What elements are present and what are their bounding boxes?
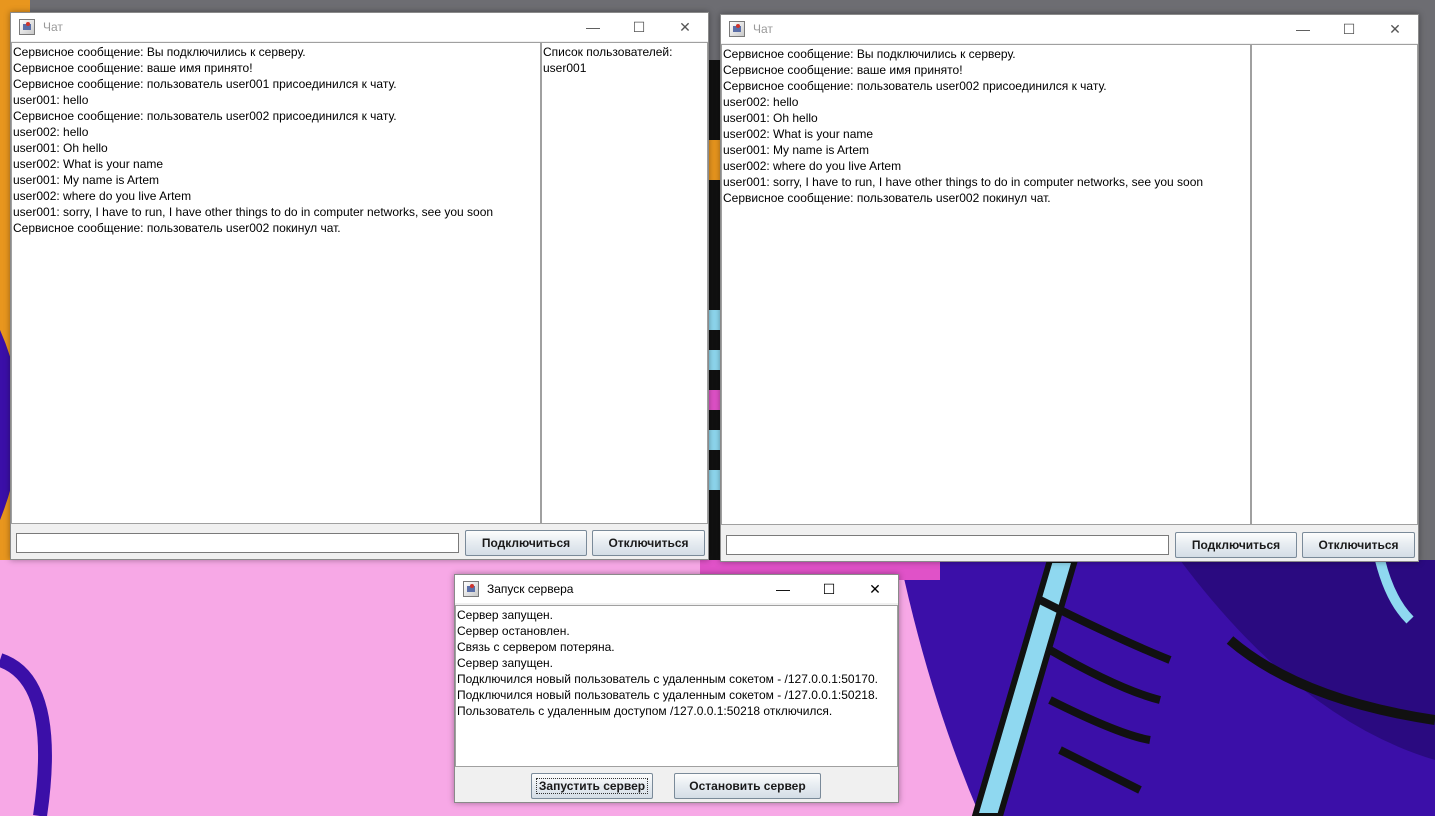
- message-line: user001: My name is Artem: [723, 143, 870, 157]
- message-input[interactable]: [16, 533, 459, 553]
- start-server-button-label: Запустить сервер: [535, 778, 649, 794]
- message-line: user001: Oh hello: [723, 111, 818, 125]
- stop-server-button-label: Остановить сервер: [689, 779, 806, 793]
- connect-button-label: Подключиться: [481, 536, 571, 550]
- connect-button[interactable]: Подключиться: [465, 530, 587, 556]
- disconnect-button[interactable]: Отключиться: [1302, 532, 1415, 558]
- message-line: user002: What is your name: [13, 157, 164, 171]
- message-line: user001: sorry, I have to run, I have ot…: [723, 175, 1204, 189]
- log-line: Сервер запущен.: [457, 656, 553, 670]
- message-line: Сервисное сообщение: пользователь user00…: [13, 77, 397, 91]
- server-window[interactable]: Запуск сервера — ☐ ✕ Сервер запущен. Сер…: [454, 574, 899, 803]
- log-line: Связь с сервером потеряна.: [457, 640, 615, 654]
- message-line: user002: hello: [13, 125, 89, 139]
- message-line: Сервисное сообщение: пользователь user00…: [13, 109, 397, 123]
- user-item: user001: [543, 61, 587, 75]
- window-title: Запуск сервера: [487, 582, 574, 596]
- message-line: user002: where do you live Artem: [723, 159, 902, 173]
- maximize-icon[interactable]: ☐: [806, 575, 852, 603]
- message-line: user002: where do you live Artem: [13, 189, 192, 203]
- message-line: user002: hello: [723, 95, 799, 109]
- message-line: Сервисное сообщение: ваше имя принято!: [13, 61, 253, 75]
- title-bar[interactable]: Чат — ☐ ✕: [11, 13, 708, 41]
- close-icon[interactable]: ✕: [662, 13, 708, 41]
- minimize-icon[interactable]: —: [1280, 15, 1326, 43]
- messages-area[interactable]: Сервисное сообщение: Вы подключились к с…: [721, 44, 1251, 525]
- close-icon[interactable]: ✕: [852, 575, 898, 603]
- log-line: Сервер запущен.: [457, 608, 553, 622]
- java-app-icon: [729, 21, 745, 37]
- log-line: Подключился новый пользователь с удаленн…: [457, 688, 878, 702]
- window-title: Чат: [753, 22, 773, 36]
- message-line: user001: hello: [13, 93, 89, 107]
- connect-button-label: Подключиться: [1191, 538, 1281, 552]
- disconnect-button-label: Отключиться: [1318, 538, 1399, 552]
- users-list-header: Список пользователей:: [543, 45, 673, 59]
- title-bar[interactable]: Запуск сервера — ☐ ✕: [455, 575, 898, 603]
- message-line: Сервисное сообщение: пользователь user00…: [13, 221, 341, 235]
- message-line: Сервисное сообщение: пользователь user00…: [723, 191, 1051, 205]
- connect-button[interactable]: Подключиться: [1175, 532, 1297, 558]
- java-app-icon: [463, 581, 479, 597]
- messages-area[interactable]: Сервисное сообщение: Вы подключились к с…: [11, 42, 541, 524]
- users-list[interactable]: Список пользователей: user001: [541, 42, 708, 524]
- message-line: Сервисное сообщение: ваше имя принято!: [723, 63, 963, 77]
- log-line: Сервер остановлен.: [457, 624, 570, 638]
- users-list[interactable]: [1251, 44, 1418, 525]
- close-icon[interactable]: ✕: [1372, 15, 1418, 43]
- disconnect-button-label: Отключиться: [608, 536, 689, 550]
- maximize-icon[interactable]: ☐: [1326, 15, 1372, 43]
- log-line: Пользователь с удаленным доступом /127.0…: [457, 704, 833, 718]
- message-line: user002: What is your name: [723, 127, 874, 141]
- message-line: Сервисное сообщение: пользователь user00…: [723, 79, 1107, 93]
- message-line: user001: Oh hello: [13, 141, 108, 155]
- chat-window-2[interactable]: Чат — ☐ ✕ Сервисное сообщение: Вы подклю…: [720, 14, 1419, 562]
- minimize-icon[interactable]: —: [570, 13, 616, 41]
- message-input[interactable]: [726, 535, 1169, 555]
- message-line: Сервисное сообщение: Вы подключились к с…: [723, 47, 1016, 61]
- start-server-button[interactable]: Запустить сервер: [531, 773, 653, 799]
- minimize-icon[interactable]: —: [760, 575, 806, 603]
- message-line: user001: sorry, I have to run, I have ot…: [13, 205, 494, 219]
- server-log[interactable]: Сервер запущен. Сервер остановлен. Связь…: [455, 605, 898, 767]
- stop-server-button[interactable]: Остановить сервер: [674, 773, 821, 799]
- message-line: Сервисное сообщение: Вы подключились к с…: [13, 45, 306, 59]
- disconnect-button[interactable]: Отключиться: [592, 530, 705, 556]
- window-title: Чат: [43, 20, 63, 34]
- maximize-icon[interactable]: ☐: [616, 13, 662, 41]
- java-app-icon: [19, 19, 35, 35]
- log-line: Подключился новый пользователь с удаленн…: [457, 672, 878, 686]
- message-line: user001: My name is Artem: [13, 173, 160, 187]
- chat-window-1[interactable]: Чат — ☐ ✕ Сервисное сообщение: Вы подклю…: [10, 12, 709, 560]
- title-bar[interactable]: Чат — ☐ ✕: [721, 15, 1418, 43]
